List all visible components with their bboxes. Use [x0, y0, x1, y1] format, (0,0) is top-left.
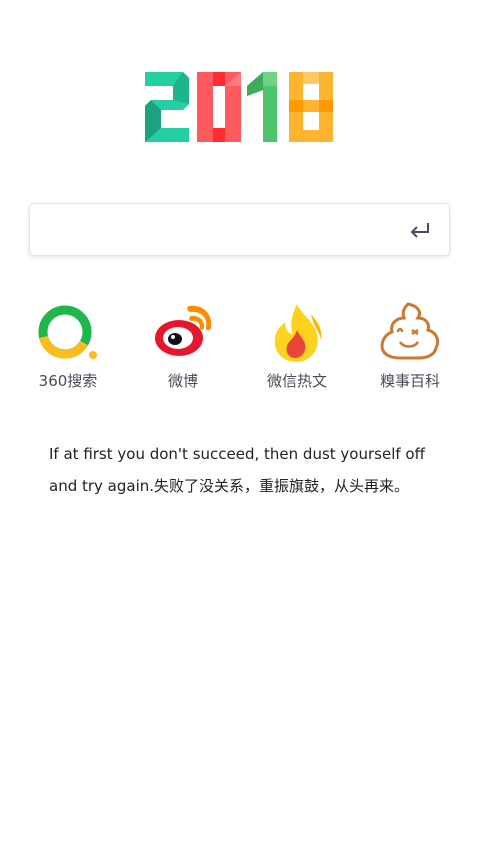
- shortcut-label: 糗事百科: [379, 372, 440, 390]
- so360-logo-icon: [38, 305, 97, 359]
- shortcut-label: 微博: [167, 372, 198, 390]
- logo-digit-8: [289, 72, 333, 142]
- search-box[interactable]: [29, 203, 450, 256]
- enter-return-icon[interactable]: [409, 220, 431, 240]
- search-input[interactable]: [42, 212, 406, 250]
- shortcut-qiushibaike[interactable]: 糗事百科: [360, 300, 460, 396]
- qiushibaike-poop-icon: [380, 302, 440, 360]
- year-logo: [145, 72, 333, 142]
- logo-digit-2: [145, 72, 189, 142]
- shortcut-grid: 360搜索 微博 微信热文 糗事百科: [0, 300, 480, 400]
- shortcut-360-search[interactable]: 360搜索: [18, 300, 118, 396]
- shortcut-weibo[interactable]: 微博: [133, 300, 233, 396]
- shortcut-label: 360搜索: [38, 372, 98, 390]
- shortcut-label: 微信热文: [266, 372, 327, 390]
- logo-digit-1: [247, 72, 277, 142]
- daily-quote: If at first you don't succeed, then dust…: [49, 445, 425, 495]
- flame-icon: [274, 304, 322, 362]
- logo-digit-0: [197, 72, 241, 142]
- weibo-logo-icon: [155, 305, 212, 356]
- shortcut-wechat-articles[interactable]: 微信热文: [247, 300, 347, 396]
